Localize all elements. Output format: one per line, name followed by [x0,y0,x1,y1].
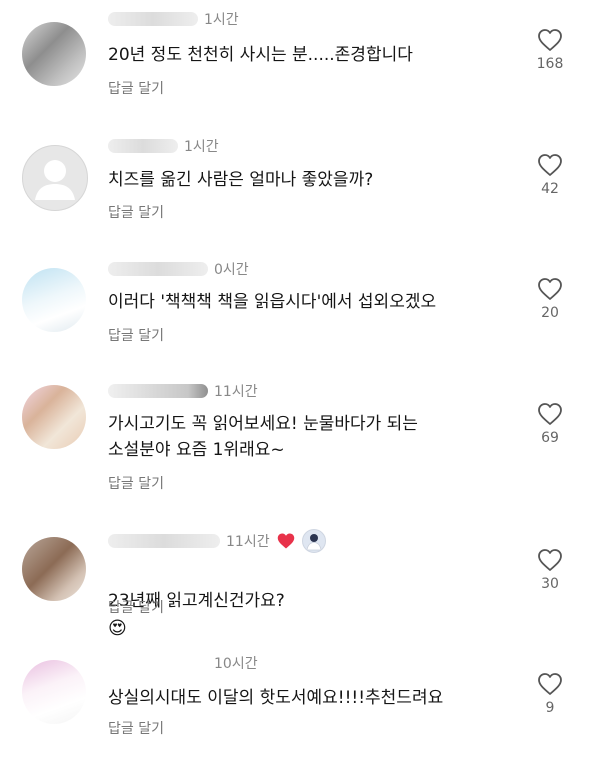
heart-outline-icon [538,278,562,300]
username-blurred[interactable] [108,139,178,153]
heart-eyes-emoji: 😍 [108,618,127,639]
heart-outline-icon [538,673,562,695]
like-count: 30 [541,576,559,592]
username-blurred[interactable] [108,12,198,26]
comment-meta: 0시간 [108,258,249,280]
like-count: 42 [541,181,559,197]
reply-button[interactable]: 답글 달기 [108,78,164,98]
username-blurred[interactable] [108,384,208,398]
like-button[interactable]: 20 [522,277,578,321]
username-blurred[interactable] [108,534,220,548]
creator-like-badge [276,532,296,550]
avatar[interactable] [22,537,86,601]
like-button[interactable]: 69 [522,402,578,446]
comment-time: 1시간 [184,139,219,155]
comment-text: 23년째 읽고계신건가요? 😍 [108,562,518,642]
username-blurred[interactable] [108,656,208,670]
comment-text: 20년 정도 천천히 사시는 분.....존경합니다 [108,45,413,65]
comment-text: 가시고기도 꼭 읽어보세요! 눈물바다가 되는 소설분야 요즘 1위래요~ [108,414,418,460]
reply-button[interactable]: 답글 달기 [108,718,164,738]
reply-button[interactable]: 답글 달기 [108,597,164,617]
like-button[interactable]: 168 [522,28,578,72]
username-blurred[interactable] [108,262,208,276]
comment-text: 치즈를 옮긴 사람은 얼마나 좋았을까? [108,170,374,190]
like-count: 9 [545,700,555,716]
comment-time: 0시간 [214,262,249,278]
avatar[interactable] [22,385,86,449]
comment-text: 이러다 '책책책 책을 읽읍시다'에서 섭외오겠오 [108,292,437,312]
comment-meta: 1시간 [108,135,219,157]
comment-time: 1시간 [204,12,239,28]
comment-time: 10시간 [214,656,258,672]
avatar[interactable] [22,268,86,332]
comment-time: 11시간 [214,384,258,400]
heart-outline-icon [538,403,562,425]
avatar[interactable] [22,145,88,211]
heart-outline-icon [538,549,562,571]
comment-text: 상실의시대도 이달의 핫도서예요!!!!추천드려요 [108,688,444,708]
heart-filled-icon [277,533,294,549]
comment-list: 1시간 20년 정도 천천히 사시는 분.....존경합니다 답글 달기 168… [0,0,600,761]
creator-avatar-icon [306,534,322,551]
avatar[interactable] [22,22,86,86]
like-count: 168 [536,56,564,72]
heart-outline-icon [538,154,562,176]
default-avatar-icon [35,160,75,200]
like-button[interactable]: 9 [522,672,578,716]
comment-meta: 11시간 [108,380,258,402]
reply-button[interactable]: 답글 달기 [108,325,164,345]
avatar[interactable] [22,660,86,724]
comment-meta: 1시간 [108,8,239,30]
reply-button[interactable]: 답글 달기 [108,202,164,222]
comment-meta: 11시간 [108,529,326,553]
comment-meta: 10시간 [108,652,258,674]
like-count: 20 [541,305,559,321]
creator-avatar [301,529,326,553]
like-count: 69 [541,430,559,446]
heart-outline-icon [538,29,562,51]
like-button[interactable]: 30 [522,548,578,592]
reply-button[interactable]: 답글 달기 [108,473,164,493]
like-button[interactable]: 42 [522,153,578,197]
comment-time: 11시간 [226,534,270,550]
